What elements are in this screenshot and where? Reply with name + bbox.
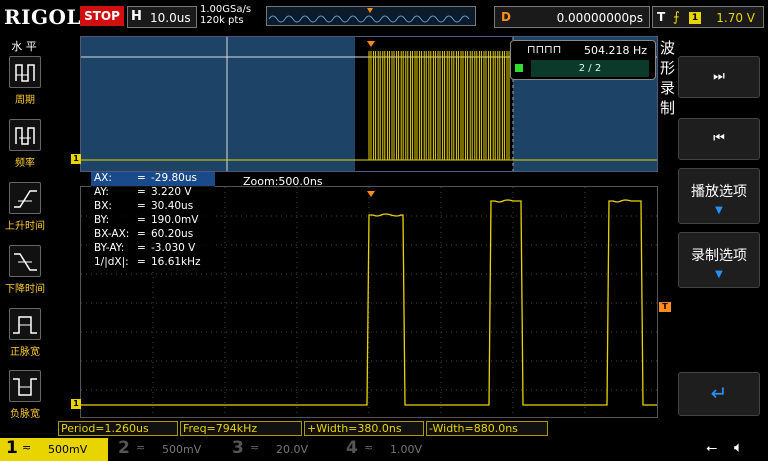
timebase-value: 10.0us <box>150 11 191 25</box>
chevron-down-icon: ▼ <box>715 269 723 280</box>
next-frame-button[interactable]: ⏭ <box>678 56 760 98</box>
right-menu-header: 波形 录制 <box>660 39 676 117</box>
measurement-period[interactable]: Period=1.260us <box>58 421 178 436</box>
record-options-label: 录制选项 <box>691 248 747 264</box>
memory-depth: 120k pts <box>200 15 244 26</box>
memory-overview-trace <box>268 8 470 23</box>
channel-4-tab[interactable]: 4 ≂ 1.00V <box>338 438 450 461</box>
record-frame-counter: 2 / 2 <box>531 60 649 77</box>
channel-3-tab[interactable]: 3 ≂ 20.0V <box>224 438 336 461</box>
positive-width-button[interactable]: 正脉宽 <box>5 308 45 358</box>
zoom-channel-marker: 1 <box>71 399 81 409</box>
usb-icon: ⭠ <box>706 440 718 456</box>
record-options-button[interactable]: 录制选项 ▼ <box>678 232 760 288</box>
negative-width-icon <box>9 370 41 402</box>
channel-4-scale: 1.00V <box>390 443 423 456</box>
negative-width-button[interactable]: 负脉宽 <box>5 370 45 420</box>
channel-1-coupling-icon: ≂ <box>22 441 32 454</box>
previous-frame-button[interactable]: ⏮ <box>678 118 760 160</box>
sample-info: 1.00GSa/s 120k pts <box>200 4 251 26</box>
channel-1-number: 1 <box>6 438 18 458</box>
channel-3-coupling-icon: ≂ <box>250 441 260 454</box>
positive-width-label: 正脉宽 <box>10 347 40 358</box>
run-stop-status[interactable]: STOP <box>80 6 124 26</box>
delay-value: 0.00000000ps <box>556 11 643 25</box>
record-status-indicator <box>515 64 523 72</box>
period-button[interactable]: 周期 <box>5 56 45 106</box>
frequency-icon <box>9 119 41 151</box>
speaker-icon[interactable]: 🔈︎ <box>734 438 743 456</box>
previous-icon: ⏮ <box>713 131 725 146</box>
timebase-key: H <box>131 9 142 24</box>
channel-2-scale: 500mV <box>162 443 202 456</box>
channel-4-coupling-icon: ≂ <box>364 441 374 454</box>
rise-time-button[interactable]: 上升时间 <box>5 182 45 232</box>
channel-3-number: 3 <box>232 438 244 458</box>
return-button[interactable]: ↵ <box>678 372 760 416</box>
fall-time-label: 下降时间 <box>5 284 45 295</box>
timebase-box[interactable]: H 10.0us <box>127 6 197 28</box>
channel-1-scale: 500mV <box>48 443 88 456</box>
rise-time-icon <box>9 182 41 214</box>
record-frequency: 504.218 Hz <box>583 44 647 57</box>
measurement-frequency[interactable]: Freq=794kHz <box>180 421 302 436</box>
channel-2-number: 2 <box>118 438 130 458</box>
chevron-down-icon: ▼ <box>715 205 723 216</box>
trigger-edge-icon: ⨍ <box>673 10 680 25</box>
frequency-button[interactable]: 频率 <box>5 119 45 169</box>
channel-4-number: 4 <box>346 438 358 458</box>
fall-time-icon <box>9 245 41 277</box>
trigger-box[interactable]: T ⨍ 1 1.70 V <box>652 6 764 28</box>
cursor-row: BX-AX: = 60.20us <box>94 228 194 240</box>
channel-2-tab[interactable]: 2 ≂ 500mV <box>110 438 222 461</box>
cursor-row: AY: = 3.220 V <box>94 186 192 198</box>
overview-channel-marker: 1 <box>71 154 81 164</box>
brand-logo: RIGOL <box>4 5 82 29</box>
period-icon <box>9 56 41 88</box>
trigger-source: 1 <box>689 12 701 24</box>
next-icon: ⏭ <box>713 69 725 84</box>
fall-time-button[interactable]: 下降时间 <box>5 245 45 295</box>
period-label: 周期 <box>15 95 35 106</box>
delay-key: D <box>501 10 511 24</box>
channel-2-coupling-icon: ≂ <box>136 441 146 454</box>
cursor-row: BY-AY: = -3.030 V <box>94 242 196 254</box>
channel-3-scale: 20.0V <box>276 443 309 456</box>
rise-time-label: 上升时间 <box>5 221 45 232</box>
trigger-key: T <box>657 10 666 24</box>
channel-1-tab[interactable]: 1 ≂ 500mV <box>0 438 108 461</box>
delay-box[interactable]: D 0.00000000ps <box>494 6 650 28</box>
cursor-row: 1/|dX|: = 16.61kHz <box>94 256 201 268</box>
cursor-row: BY: = 190.0mV <box>94 214 199 226</box>
measurement-positive-width[interactable]: +Width=380.0ns <box>304 421 424 436</box>
cursor-readout: AX: = -29.80us AY: = 3.220 V BX: = 30.40us BY:… <box>91 172 215 270</box>
frequency-label: 频率 <box>15 158 35 169</box>
left-menu-header: 水 平 <box>11 40 37 53</box>
measurement-negative-width[interactable]: -Width=880.0ns <box>426 421 548 436</box>
trigger-level-marker: T <box>659 302 671 312</box>
memory-overview-bar[interactable] <box>266 6 476 26</box>
pulse-wave-icon: ⊓⊓⊓⊓ <box>527 43 562 56</box>
cursor-row: BX: = 30.40us <box>94 200 194 212</box>
cursor-row: AX: = -29.80us <box>91 172 215 186</box>
record-info-panel: ⊓⊓⊓⊓ 504.218 Hz 2 / 2 <box>510 40 656 80</box>
return-icon: ↵ <box>710 381 728 405</box>
play-options-label: 播放选项 <box>691 184 747 200</box>
play-options-button[interactable]: 播放选项 ▼ <box>678 168 760 224</box>
sample-rate: 1.00GSa/s <box>200 4 252 15</box>
trigger-level: 1.70 V <box>716 11 755 25</box>
positive-width-icon <box>9 308 41 340</box>
